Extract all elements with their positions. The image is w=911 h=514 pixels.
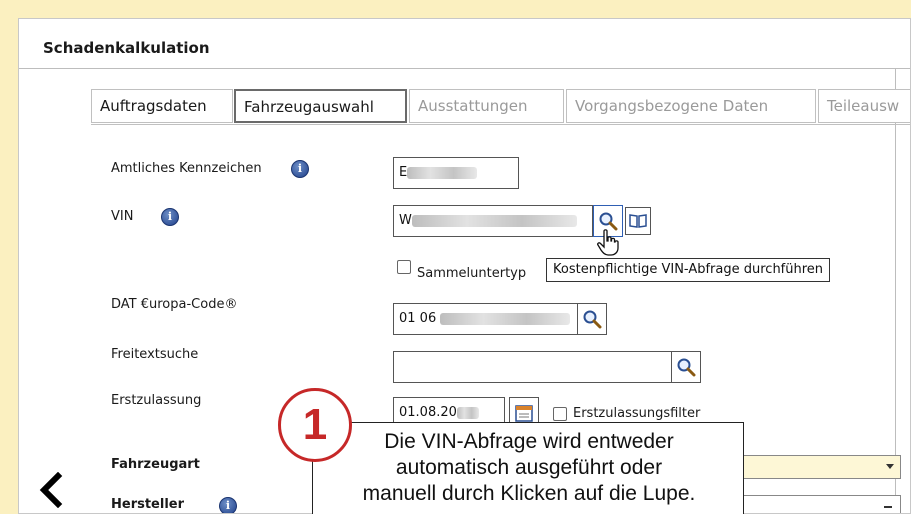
dat-code-field[interactable]: 01 06 (393, 303, 579, 335)
vin-field[interactable]: W (393, 205, 593, 237)
title-bar: Schadenkalkulation (19, 19, 910, 69)
info-icon[interactable]: i (291, 160, 309, 178)
fahrzeugart-label: Fahrzeugart (111, 457, 200, 472)
erstzulassung-value: 01.08.20 (399, 405, 457, 420)
window-title: Schadenkalkulation (43, 39, 210, 57)
tab-auftragsdaten[interactable]: Auftragsdaten (91, 89, 233, 123)
dat-code-search-button[interactable] (577, 303, 607, 335)
fahrzeugart-dropdown[interactable] (739, 455, 901, 479)
freitext-search-button[interactable] (671, 351, 701, 383)
dat-code-label: DAT €uropa-Code® (111, 297, 238, 312)
erstzulassungsfilter-checkbox[interactable] (553, 407, 567, 421)
search-icon (677, 358, 696, 377)
erstzulassungsfilter-label: Erstzulassungsfilter (573, 406, 701, 421)
chevron-down-icon (886, 464, 894, 469)
hand-cursor-icon (597, 229, 619, 256)
dash-icon (884, 506, 892, 508)
dat-code-value: 01 06 (399, 311, 437, 326)
vin-label: VIN (111, 209, 134, 224)
book-icon (629, 214, 647, 228)
info-icon[interactable]: i (219, 497, 237, 513)
callout-text: Die VIN-Abfrage wird entweder automatisc… (313, 429, 745, 507)
hersteller-label: Hersteller (111, 497, 185, 512)
info-icon[interactable]: i (161, 208, 179, 226)
callout-line: manuell durch Klicken auf die Lupe. (362, 482, 696, 505)
callout-line: automatisch ausgeführt oder (395, 456, 663, 479)
kennzeichen-label: Amtliches Kennzeichen (111, 161, 262, 176)
redacted-value (456, 406, 479, 419)
freitext-field[interactable] (393, 351, 673, 383)
kennzeichen-field[interactable]: E (393, 157, 519, 189)
step-number-badge: 1 (278, 388, 352, 462)
vin-value: W (399, 213, 412, 228)
tab-vorgangsbezogene-daten[interactable]: Vorgangsbezogene Daten (566, 89, 816, 123)
back-chevron-icon[interactable] (38, 472, 64, 508)
tab-teileauswahl[interactable]: Teileausw (818, 89, 910, 123)
redacted-value (411, 214, 577, 227)
redacted-value (440, 312, 571, 325)
tab-underline (91, 124, 910, 125)
hersteller-dropdown[interactable] (739, 495, 901, 513)
calendar-icon (515, 405, 533, 422)
tab-ausstattungen[interactable]: Ausstattungen (409, 89, 564, 123)
sammeluntertyp-label: Sammeluntertyp (417, 266, 527, 281)
search-icon (599, 212, 618, 231)
tab-fahrzeugauswahl[interactable]: Fahrzeugauswahl (234, 89, 407, 123)
instruction-callout: Die VIN-Abfrage wird entweder automatisc… (312, 422, 744, 514)
erstzulassung-label: Erstzulassung (111, 393, 202, 408)
vin-catalog-button[interactable] (625, 207, 651, 235)
sammeluntertyp-checkbox[interactable] (397, 260, 411, 274)
freitext-label: Freitextsuche (111, 347, 199, 362)
panel-divider (895, 69, 896, 513)
search-icon (583, 310, 602, 329)
vin-tooltip: Kostenpflichtige VIN-Abfrage durchführen (546, 258, 831, 282)
callout-line: Die VIN-Abfrage wird entweder (384, 430, 674, 453)
kennzeichen-value: E (399, 165, 408, 180)
redacted-value (407, 166, 478, 179)
